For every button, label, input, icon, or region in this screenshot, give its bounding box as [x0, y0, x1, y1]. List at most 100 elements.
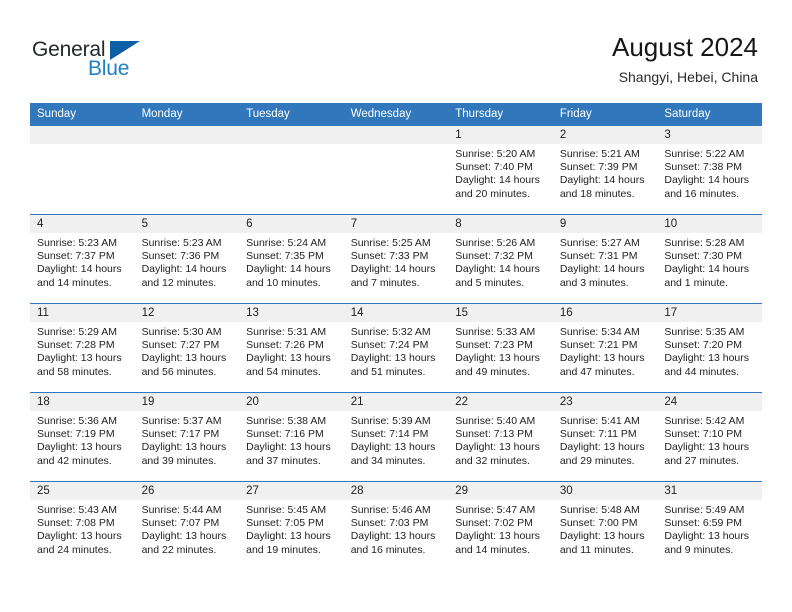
sunset-time: Sunset: 7:24 PM	[350, 339, 429, 352]
day-cell-inner: 19 Sunrise: 5:37 AM Sunset: 7:17 PM Dayligh…	[134, 392, 240, 481]
calendar-cell-day[interactable]: 24 Sunrise: 5:42 AM Sunset: 7:10 PM Dayligh…	[657, 392, 762, 481]
day-number: 23	[552, 393, 658, 411]
day-cell-inner: 15 Sunrise: 5:33 AM Sunset: 7:23 PM Dayligh…	[448, 303, 553, 392]
day-details: Sunrise: 5:23 AM Sunset: 7:36 PM Daylight:…	[135, 233, 240, 290]
sunrise-time: Sunrise: 5:40 AM	[455, 415, 536, 427]
calendar-cell-day[interactable]: 19 Sunrise: 5:37 AM Sunset: 7:17 PM Dayligh…	[134, 392, 240, 481]
weekday-header-saturday: Saturday	[657, 103, 762, 125]
day-details: Sunrise: 5:49 AM Sunset: 6:59 PM Daylight:…	[657, 500, 762, 557]
day-number: 16	[552, 304, 658, 322]
day-details: Sunrise: 5:33 AM Sunset: 7:23 PM Daylight:…	[448, 322, 553, 379]
daylight-duration-line1: Daylight: 14 hours	[246, 263, 331, 276]
daylight-duration-line1: Daylight: 13 hours	[350, 530, 436, 543]
day-cell-inner: 30 Sunrise: 5:48 AM Sunset: 7:00 PM Dayligh…	[552, 481, 658, 570]
calendar-cell-day[interactable]: 12 Sunrise: 5:30 AM Sunset: 7:27 PM Dayligh…	[134, 303, 240, 392]
calendar-cell-day[interactable]: 4 Sunrise: 5:23 AM Sunset: 7:37 PM Daylight…	[30, 214, 135, 303]
brand-logo[interactable]: General Blue	[32, 38, 162, 84]
calendar-cell-day[interactable]: 18 Sunrise: 5:36 AM Sunset: 7:19 PM Dayligh…	[30, 392, 135, 481]
weekday-header-tuesday: Tuesday	[239, 103, 344, 125]
day-number: 7	[343, 215, 449, 233]
daylight-duration-line1: Daylight: 14 hours	[559, 174, 645, 187]
daylight-duration-line2: and 14 minutes.	[37, 276, 112, 289]
daylight-duration-line2: and 1 minute.	[664, 276, 729, 289]
calendar-cell-day[interactable]: 21 Sunrise: 5:39 AM Sunset: 7:14 PM Dayligh…	[343, 392, 449, 481]
daylight-duration-line2: and 9 minutes.	[664, 543, 734, 556]
calendar-cell-day[interactable]: 23 Sunrise: 5:41 AM Sunset: 7:11 PM Dayligh…	[552, 392, 658, 481]
calendar-cell-day[interactable]: 30 Sunrise: 5:48 AM Sunset: 7:00 PM Dayligh…	[552, 481, 658, 570]
calendar-cell-day[interactable]: 14 Sunrise: 5:32 AM Sunset: 7:24 PM Dayligh…	[343, 303, 449, 392]
day-number: 20	[239, 393, 344, 411]
daylight-duration-line1: Daylight: 13 hours	[455, 530, 540, 543]
sunset-time: Sunset: 7:03 PM	[350, 517, 429, 530]
day-details: Sunrise: 5:21 AM Sunset: 7:39 PM Daylight:…	[553, 144, 658, 201]
daylight-duration-line2: and 56 minutes.	[141, 365, 217, 378]
day-cell-inner: 7 Sunrise: 5:25 AM Sunset: 7:33 PM Daylight…	[343, 214, 449, 303]
calendar-cell-day[interactable]: 31 Sunrise: 5:49 AM Sunset: 6:59 PM Dayligh…	[657, 481, 762, 570]
calendar-cell-day[interactable]: 10 Sunrise: 5:28 AM Sunset: 7:30 PM Dayligh…	[657, 214, 762, 303]
daylight-duration-line2: and 27 minutes.	[664, 454, 740, 467]
calendar-cell-day[interactable]: 28 Sunrise: 5:46 AM Sunset: 7:03 PM Dayligh…	[343, 481, 449, 570]
daylight-duration-line1: Daylight: 13 hours	[559, 530, 645, 543]
calendar-week-row: 4 Sunrise: 5:23 AM Sunset: 7:37 PM Daylight…	[30, 214, 762, 303]
weekday-header-monday: Monday	[134, 103, 240, 125]
daylight-duration-line1: Daylight: 13 hours	[37, 530, 122, 543]
calendar-cell-day[interactable]: 2 Sunrise: 5:21 AM Sunset: 7:39 PM Daylight…	[552, 125, 658, 214]
sunset-time: Sunset: 7:27 PM	[141, 339, 220, 352]
sunrise-time: Sunrise: 5:26 AM	[455, 237, 536, 249]
day-cell-inner: 20 Sunrise: 5:38 AM Sunset: 7:16 PM Dayligh…	[239, 392, 344, 481]
calendar-cell-day[interactable]: 5 Sunrise: 5:23 AM Sunset: 7:36 PM Daylight…	[134, 214, 240, 303]
day-cell-inner: 6 Sunrise: 5:24 AM Sunset: 7:35 PM Daylight…	[239, 214, 344, 303]
day-details: Sunrise: 5:34 AM Sunset: 7:21 PM Daylight:…	[553, 322, 658, 379]
sunrise-time: Sunrise: 5:34 AM	[559, 326, 640, 338]
calendar-cell-day[interactable]: 26 Sunrise: 5:44 AM Sunset: 7:07 PM Dayligh…	[134, 481, 240, 570]
calendar-cell-day[interactable]: 1 Sunrise: 5:20 AM Sunset: 7:40 PM Daylight…	[448, 125, 553, 214]
day-cell-inner: 25 Sunrise: 5:43 AM Sunset: 7:08 PM Dayligh…	[30, 481, 135, 570]
sunrise-time: Sunrise: 5:47 AM	[455, 504, 536, 516]
sunset-time: Sunset: 7:35 PM	[246, 250, 324, 263]
day-details: Sunrise: 5:38 AM Sunset: 7:16 PM Daylight:…	[239, 411, 344, 468]
daylight-duration-line2: and 18 minutes.	[559, 187, 635, 200]
calendar-cell-day[interactable]: 6 Sunrise: 5:24 AM Sunset: 7:35 PM Daylight…	[239, 214, 344, 303]
day-details: Sunrise: 5:32 AM Sunset: 7:24 PM Daylight:…	[344, 322, 449, 379]
calendar-cell-day[interactable]: 17 Sunrise: 5:35 AM Sunset: 7:20 PM Dayligh…	[657, 303, 762, 392]
page-title: August 2024	[611, 32, 758, 62]
daylight-duration-line1: Daylight: 13 hours	[141, 441, 227, 454]
sunset-time: Sunset: 7:19 PM	[37, 428, 115, 441]
sunrise-time: Sunrise: 5:36 AM	[37, 415, 117, 427]
sunrise-time: Sunrise: 5:25 AM	[350, 237, 431, 249]
calendar-cell-day[interactable]: 13 Sunrise: 5:31 AM Sunset: 7:26 PM Dayligh…	[239, 303, 344, 392]
day-cell-inner: 27 Sunrise: 5:45 AM Sunset: 7:05 PM Dayligh…	[239, 481, 344, 570]
day-cell-inner: 29 Sunrise: 5:47 AM Sunset: 7:02 PM Dayligh…	[448, 481, 553, 570]
calendar-cell-day[interactable]: 8 Sunrise: 5:26 AM Sunset: 7:32 PM Daylight…	[448, 214, 553, 303]
calendar-cell-day[interactable]: 9 Sunrise: 5:27 AM Sunset: 7:31 PM Daylight…	[552, 214, 658, 303]
day-number: 4	[30, 215, 135, 233]
daylight-duration-line2: and 22 minutes.	[141, 543, 217, 556]
daylight-duration-line2: and 16 minutes.	[664, 187, 740, 200]
daylight-duration-line2: and 58 minutes.	[37, 365, 112, 378]
day-number: 9	[552, 215, 658, 233]
sunset-time: Sunset: 7:07 PM	[141, 517, 220, 530]
calendar-cell-day[interactable]: 3 Sunrise: 5:22 AM Sunset: 7:38 PM Daylight…	[657, 125, 762, 214]
calendar-cell-day[interactable]: 20 Sunrise: 5:38 AM Sunset: 7:16 PM Dayligh…	[239, 392, 344, 481]
calendar-cell-day[interactable]: 15 Sunrise: 5:33 AM Sunset: 7:23 PM Dayligh…	[448, 303, 553, 392]
daylight-duration-line1: Daylight: 14 hours	[664, 263, 750, 276]
daylight-duration-line2: and 16 minutes.	[350, 543, 426, 556]
day-cell-inner: 8 Sunrise: 5:26 AM Sunset: 7:32 PM Daylight…	[448, 214, 553, 303]
sunrise-time: Sunrise: 5:31 AM	[246, 326, 327, 338]
calendar-cell-day[interactable]: 29 Sunrise: 5:47 AM Sunset: 7:02 PM Dayligh…	[448, 481, 553, 570]
sunset-time: Sunset: 7:31 PM	[559, 250, 638, 263]
day-cell-inner: 16 Sunrise: 5:34 AM Sunset: 7:21 PM Dayligh…	[552, 303, 658, 392]
daylight-duration-line2: and 3 minutes.	[559, 276, 629, 289]
day-number: 5	[134, 215, 240, 233]
calendar-week-row: 18 Sunrise: 5:36 AM Sunset: 7:19 PM Dayligh…	[30, 392, 762, 481]
sunrise-time: Sunrise: 5:41 AM	[559, 415, 640, 427]
calendar-cell-day[interactable]: 22 Sunrise: 5:40 AM Sunset: 7:13 PM Dayligh…	[448, 392, 553, 481]
calendar-cell-day[interactable]: 27 Sunrise: 5:45 AM Sunset: 7:05 PM Dayligh…	[239, 481, 344, 570]
day-cell-inner: 23 Sunrise: 5:41 AM Sunset: 7:11 PM Dayligh…	[552, 392, 658, 481]
day-cell-inner: 24 Sunrise: 5:42 AM Sunset: 7:10 PM Dayligh…	[657, 392, 762, 481]
calendar-cell-day[interactable]: 11 Sunrise: 5:29 AM Sunset: 7:28 PM Dayligh…	[30, 303, 135, 392]
calendar-cell-day[interactable]: 16 Sunrise: 5:34 AM Sunset: 7:21 PM Dayligh…	[552, 303, 658, 392]
calendar-cell-day[interactable]: 25 Sunrise: 5:43 AM Sunset: 7:08 PM Dayligh…	[30, 481, 135, 570]
day-cell-inner: 3 Sunrise: 5:22 AM Sunset: 7:38 PM Daylight…	[657, 125, 762, 214]
calendar-cell-day[interactable]: 7 Sunrise: 5:25 AM Sunset: 7:33 PM Daylight…	[343, 214, 449, 303]
